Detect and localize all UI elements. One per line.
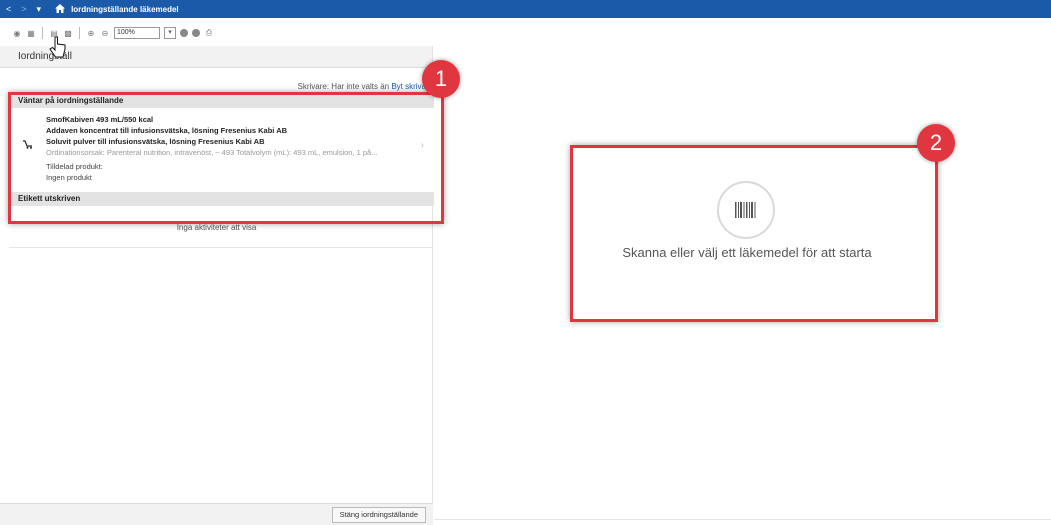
annotation-badge-2: 2	[917, 124, 955, 162]
divider	[9, 247, 433, 248]
forward-button[interactable]: >	[21, 4, 26, 14]
back-button[interactable]: <	[6, 4, 11, 14]
print-icon[interactable]: ⎙	[204, 28, 214, 38]
zoom-dropdown-button[interactable]: ▾	[164, 27, 176, 39]
window-title: Iordningställande läkemedel	[71, 4, 179, 14]
empty-state-text: Inga aktiviteter att visa	[176, 223, 257, 232]
document-icon[interactable]: ▦	[26, 28, 36, 38]
zoom-select[interactable]: 100%	[114, 27, 160, 39]
printer-text: Skrivare: Har inte valts än	[297, 82, 390, 91]
toolbar-separator	[42, 27, 43, 39]
close-preparation-button[interactable]: Stäng iordningställande	[331, 507, 426, 523]
annotation-badge-1: 1	[422, 60, 460, 98]
toolbar-separator	[79, 27, 80, 39]
zoom-out-icon[interactable]: ⊖	[100, 28, 110, 38]
printer-status: Skrivare: Har inte valts än Byt skriva	[298, 82, 427, 91]
binoculars-icon[interactable]: ◉	[12, 28, 22, 38]
divider	[434, 519, 1051, 520]
change-printer-link[interactable]: Byt skriva	[391, 82, 426, 91]
mouse-cursor-icon	[49, 36, 66, 58]
next-page-icon[interactable]	[192, 29, 200, 37]
highlight-box-1	[8, 92, 444, 224]
highlight-box-2	[570, 145, 938, 322]
title-bar: < > ▾ Iordningställande läkemedel Helskä…	[0, 0, 1051, 290]
dropdown-menu-button[interactable]: ▾	[37, 4, 42, 14]
zoom-in-icon[interactable]: ⊕	[86, 28, 96, 38]
first-page-icon[interactable]	[180, 29, 188, 37]
home-icon[interactable]	[55, 3, 66, 15]
footer-bar: Stäng iordningställande	[0, 503, 433, 525]
